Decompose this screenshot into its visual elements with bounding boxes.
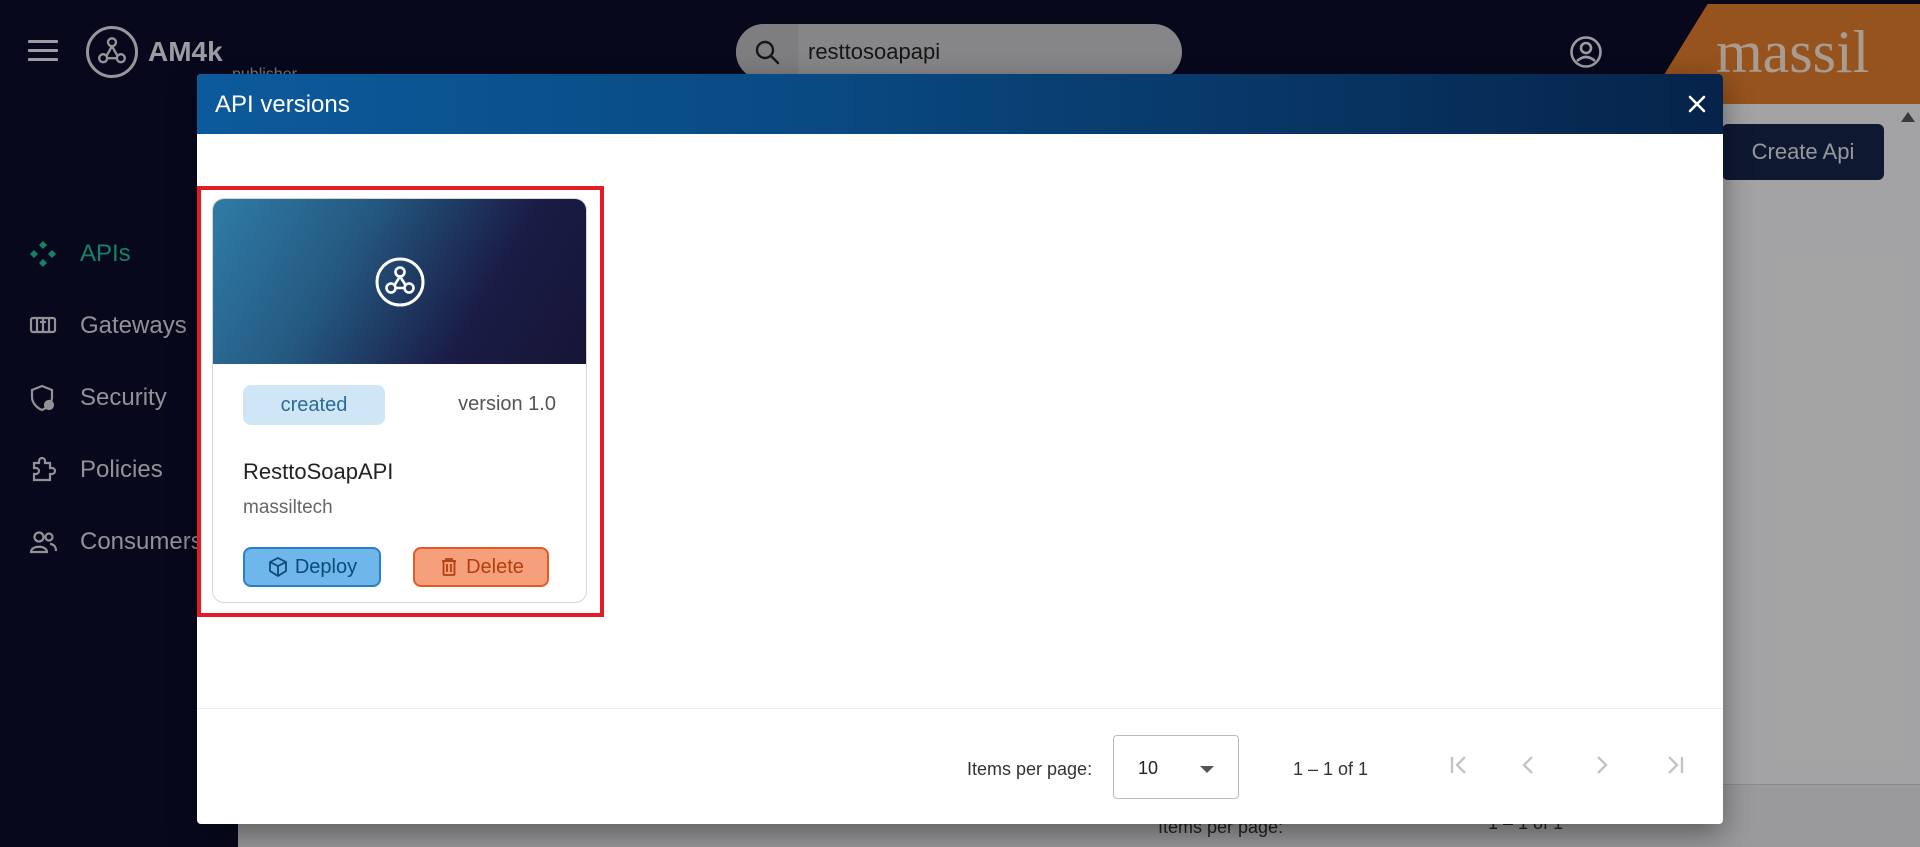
- previous-page-icon[interactable]: [1513, 749, 1545, 781]
- delete-label: Delete: [466, 555, 524, 578]
- next-page-icon[interactable]: [1585, 749, 1617, 781]
- deploy-label: Deploy: [294, 555, 358, 578]
- api-owner: massiltech: [243, 497, 333, 518]
- page-range-label: 1 – 1 of 1: [1293, 759, 1369, 779]
- items-per-page-value: 10: [1138, 758, 1159, 778]
- last-page-icon[interactable]: [1659, 749, 1691, 781]
- dialog-title: API versions: [215, 91, 350, 118]
- cube-icon: [268, 557, 287, 577]
- version-label: version 1.0: [458, 393, 556, 415]
- first-page-icon[interactable]: [1443, 749, 1475, 781]
- card-banner: [213, 199, 586, 364]
- deploy-button[interactable]: Deploy: [243, 547, 381, 587]
- dialog-header: API versions: [197, 74, 1723, 134]
- items-per-page-label: Items per page:: [967, 759, 1093, 779]
- delete-button[interactable]: Delete: [413, 547, 549, 587]
- dropdown-caret-icon: [1200, 766, 1214, 773]
- status-badge: created: [243, 385, 385, 425]
- trash-icon: [442, 558, 457, 576]
- api-version-card[interactable]: created version 1.0 ResttoSoapAPI massil…: [212, 198, 587, 603]
- webhook-icon: [375, 257, 425, 307]
- items-per-page-select[interactable]: 10: [1113, 735, 1239, 799]
- dialog-paginator: Items per page: 10 1 – 1 of 1: [197, 708, 1723, 824]
- api-name: ResttoSoapAPI: [243, 459, 394, 484]
- close-icon[interactable]: [1683, 90, 1711, 118]
